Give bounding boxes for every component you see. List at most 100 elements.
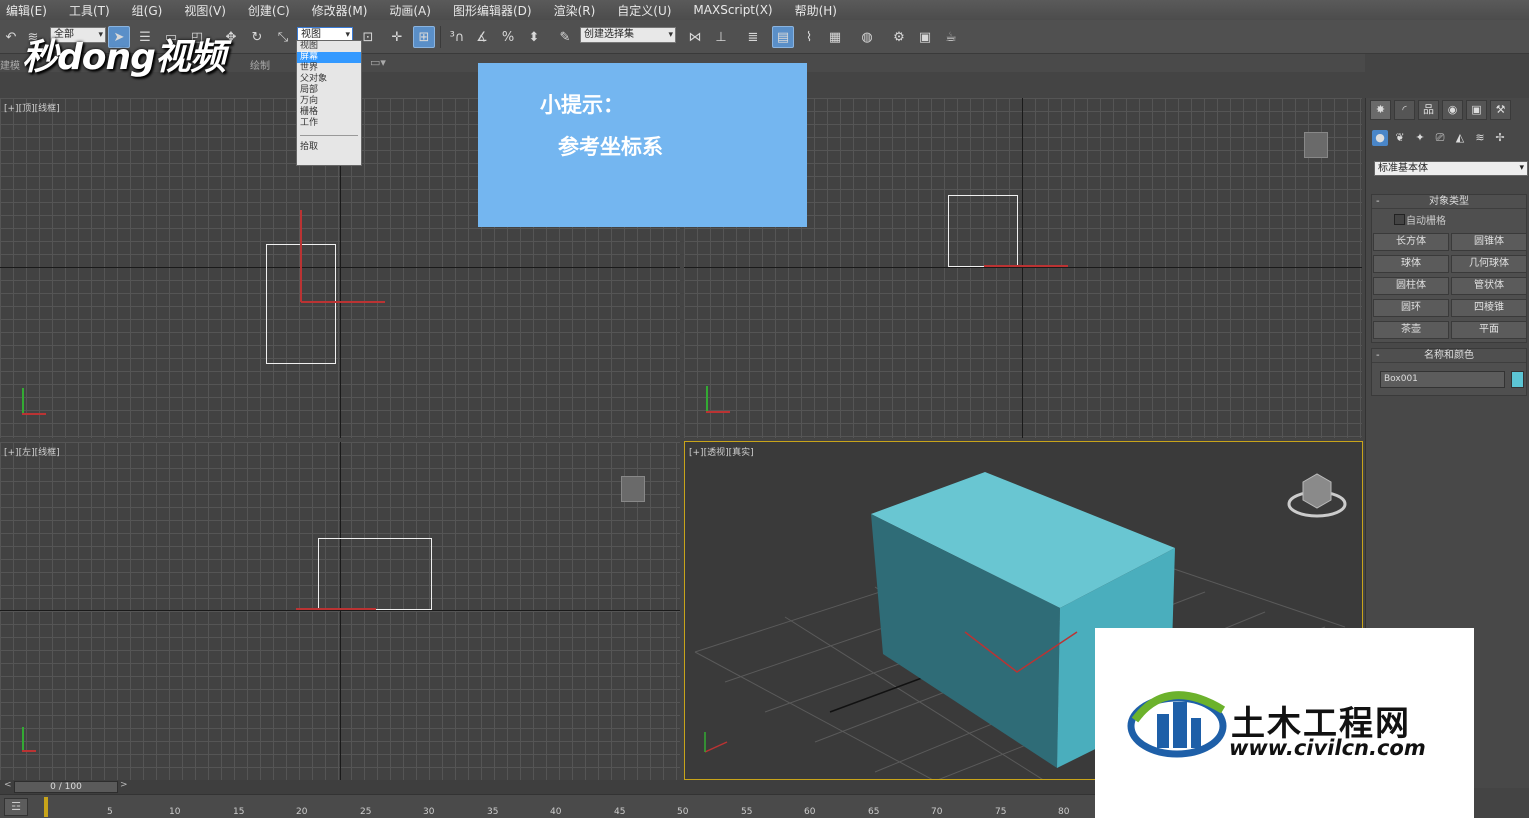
menu-views[interactable]: 视图(V) (184, 2, 226, 19)
graphite-ribbon-icon[interactable]: ▤ (772, 26, 794, 48)
ref-coord-option-working[interactable]: 工作 (297, 118, 361, 129)
angle-snap-icon[interactable]: ∡ (471, 26, 493, 48)
display-tab-icon[interactable]: ▣ (1466, 100, 1487, 120)
plane-button[interactable]: 平面 (1451, 321, 1527, 339)
ref-coord-option-parent[interactable]: 父对象 (297, 74, 361, 85)
civilcn-logo-icon (1127, 691, 1227, 758)
ref-coord-option-gimbal[interactable]: 万向 (297, 96, 361, 107)
max-window: 编辑(E) 工具(T) 组(G) 视图(V) 创建(C) 修改器(M) 动画(A… (0, 0, 1529, 818)
menu-help[interactable]: 帮助(H) (795, 2, 837, 19)
viewcube-icon[interactable] (1304, 132, 1328, 158)
ref-coord-option-world[interactable]: 世界 (297, 63, 361, 74)
menu-animation[interactable]: 动画(A) (389, 2, 431, 19)
render-production-icon[interactable]: ☕ (940, 26, 962, 48)
create-tab-icon[interactable]: ✸ (1370, 100, 1391, 120)
align-icon[interactable]: ⊥ (710, 26, 732, 48)
tube-button[interactable]: 管状体 (1451, 277, 1527, 295)
ribbon-toggle-icon[interactable]: ▭▾ (370, 56, 386, 69)
cameras-icon[interactable]: ⎚ (1432, 130, 1448, 146)
miaodong-logo: 秒dong视频 (22, 37, 226, 78)
cone-button[interactable]: 圆锥体 (1451, 233, 1527, 251)
viewport-left-label[interactable]: [+][左][线框] (4, 445, 60, 458)
ribbon-paint-tab[interactable]: 绘制 (250, 57, 270, 72)
spinner-snap-icon[interactable]: ⬍ (523, 26, 545, 48)
shapes-icon[interactable]: ❦ (1392, 130, 1408, 146)
ribbon-modeling-tab[interactable]: 建模 (0, 57, 20, 72)
helpers-icon[interactable]: ◭ (1452, 130, 1468, 146)
modify-tab-icon[interactable]: ◜ (1394, 100, 1415, 120)
menu-edit[interactable]: 编辑(E) (6, 2, 47, 19)
schematic-view-icon[interactable]: ▦ (824, 26, 846, 48)
pyramid-button[interactable]: 四棱锥 (1451, 299, 1527, 317)
motion-tab-icon[interactable]: ◉ (1442, 100, 1463, 120)
ref-coord-option-pick[interactable]: 拾取 (297, 142, 361, 153)
cylinder-button[interactable]: 圆柱体 (1373, 277, 1449, 295)
curve-editor-icon[interactable]: ⌇ (798, 26, 820, 48)
name-color-rollout: - 名称和颜色 Box001 (1371, 348, 1527, 396)
prev-frame-icon[interactable]: < (4, 780, 12, 790)
undo-icon[interactable]: ↶ (0, 26, 22, 48)
menu-graph-editors[interactable]: 图形编辑器(D) (453, 2, 532, 19)
ref-coord-option-screen[interactable]: 屏幕 (297, 52, 361, 63)
track-bar[interactable]: ☲ 5 10 15 20 25 30 35 40 45 50 55 60 65 … (0, 794, 1095, 818)
keyboard-shortcut-icon[interactable]: ⊞ (413, 26, 435, 48)
object-name-field[interactable]: Box001 (1380, 371, 1505, 388)
layer-manager-icon[interactable]: ≣ (742, 26, 764, 48)
name-color-header[interactable]: - 名称和颜色 (1372, 349, 1526, 363)
select-scale-icon[interactable]: ⤡ (272, 26, 294, 48)
edit-named-selection-icon[interactable]: ✎ (554, 26, 576, 48)
object-color-swatch[interactable] (1511, 371, 1524, 388)
sphere-button[interactable]: 球体 (1373, 255, 1449, 273)
primitive-buttons: 长方体 圆锥体 球体 几何球体 圆柱体 管状体 圆环 四棱锥 茶壶 平面 (1372, 230, 1527, 342)
menu-modifiers[interactable]: 修改器(M) (312, 2, 368, 19)
menu-bar: 编辑(E) 工具(T) 组(G) 视图(V) 创建(C) 修改器(M) 动画(A… (0, 0, 1529, 20)
named-selection-select[interactable]: 创建选择集 (580, 27, 676, 43)
mini-curve-editor-icon[interactable]: ☲ (4, 798, 28, 816)
tip-subtitle: 参考坐标系 (558, 135, 663, 159)
geosphere-button[interactable]: 几何球体 (1451, 255, 1527, 273)
spacewarps-icon[interactable]: ≋ (1472, 130, 1488, 146)
viewcube-icon[interactable] (621, 476, 645, 502)
time-cursor[interactable] (44, 797, 48, 817)
render-frame-icon[interactable]: ▣ (914, 26, 936, 48)
menu-create[interactable]: 创建(C) (248, 2, 290, 19)
object-type-rollout: - 对象类型 自动栅格 长方体 圆锥体 球体 几何球体 圆柱体 管状体 圆环 四棱… (1371, 194, 1527, 343)
box-wireframe-left[interactable] (318, 538, 432, 610)
menu-maxscript[interactable]: MAXScript(X) (693, 3, 772, 17)
hierarchy-tab-icon[interactable]: 品 (1418, 100, 1439, 120)
systems-icon[interactable]: ✢ (1492, 130, 1508, 146)
menu-group[interactable]: 组(G) (132, 2, 163, 19)
autogrid-checkbox[interactable]: 自动栅格 (1372, 209, 1526, 230)
ref-coord-dropdown: 视图 屏幕 世界 父对象 局部 万向 栅格 工作 拾取 (296, 40, 362, 166)
menu-rendering[interactable]: 渲染(R) (554, 2, 596, 19)
civilcn-watermark: 土木工程网 www.civilcn.com (1095, 628, 1474, 818)
ref-coord-option-local[interactable]: 局部 (297, 85, 361, 96)
menu-tools[interactable]: 工具(T) (69, 2, 110, 19)
geometry-icon[interactable]: ● (1372, 130, 1388, 146)
ref-coord-option-grid[interactable]: 栅格 (297, 107, 361, 118)
box-wireframe-front[interactable] (948, 195, 1018, 267)
torus-button[interactable]: 圆环 (1373, 299, 1449, 317)
box-button[interactable]: 长方体 (1373, 233, 1449, 251)
utilities-tab-icon[interactable]: ⚒ (1490, 100, 1511, 120)
viewport-top-label[interactable]: [+][顶][线框] (4, 101, 60, 114)
material-editor-icon[interactable]: ◍ (856, 26, 878, 48)
primitive-category-select[interactable]: 标准基本体 (1374, 161, 1528, 176)
select-manipulate-icon[interactable]: ✛ (386, 26, 408, 48)
lights-icon[interactable]: ✦ (1412, 130, 1428, 146)
civilcn-url: www.civilcn.com (1229, 736, 1426, 760)
percent-snap-icon[interactable]: % (497, 26, 519, 48)
tip-title: 小提示： (540, 93, 624, 117)
viewport-left[interactable]: [+][左][线框] (0, 442, 680, 780)
select-rotate-icon[interactable]: ↻ (246, 26, 268, 48)
teapot-button[interactable]: 茶壶 (1373, 321, 1449, 339)
main-toolbar: ↶ ≋ 全部 ➤ ☰ ▭ ◰ ✥ ↻ ⤡ 视图 ⊡ ✛ ⊞ ³∩ ∡ % ⬍ ✎… (0, 20, 1529, 54)
ref-coord-option-view[interactable]: 视图 (297, 41, 361, 52)
time-slider[interactable]: 0 / 100 (14, 781, 118, 793)
render-setup-icon[interactable]: ⚙ (888, 26, 910, 48)
snaps-toggle-icon[interactable]: ³∩ (446, 26, 468, 48)
menu-customize[interactable]: 自定义(U) (617, 2, 671, 19)
mirror-icon[interactable]: ⋈ (684, 26, 706, 48)
object-type-header[interactable]: - 对象类型 (1372, 195, 1526, 209)
next-frame-icon[interactable]: > (120, 780, 128, 790)
